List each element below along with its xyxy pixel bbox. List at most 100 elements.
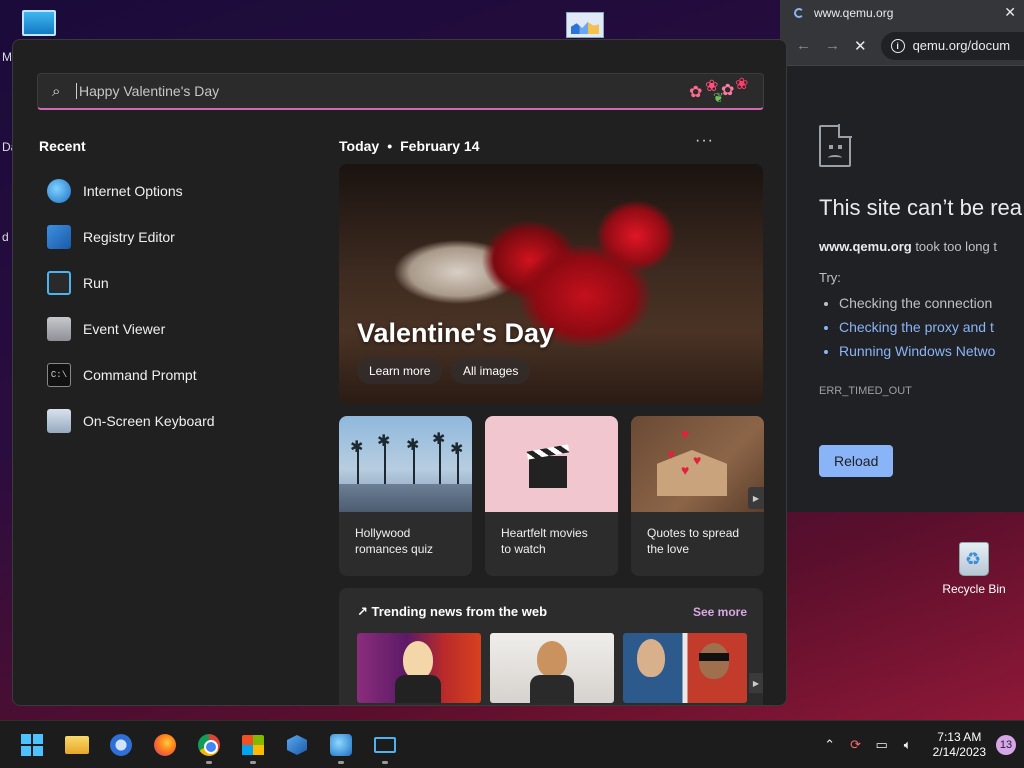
card-hollywood-quiz[interactable]: Hollywood romances quiz [339, 416, 472, 576]
card-heartfelt-movies[interactable]: Heartfelt movies to watch [485, 416, 618, 576]
recent-item-on-screen-keyboard[interactable]: On-Screen Keyboard [47, 398, 215, 444]
sad-page-icon [819, 124, 852, 167]
recent-item-run[interactable]: Run [47, 260, 215, 306]
next-arrow-icon[interactable]: ▶ [748, 487, 764, 509]
tab-close-icon[interactable]: ✕ [1004, 4, 1016, 21]
next-arrow-icon[interactable]: ▶ [749, 673, 763, 693]
network-icon[interactable]: ▭ [871, 737, 893, 753]
file-explorer-button[interactable] [65, 733, 89, 757]
recent-item-label: Event Viewer [83, 321, 166, 337]
card-caption-line: romances quiz [355, 542, 434, 556]
heart-icon: ♥ [693, 452, 702, 468]
recent-item-command-prompt[interactable]: C:\ Command Prompt [47, 352, 215, 398]
clapperboard-icon [529, 456, 567, 488]
folder-icon [65, 736, 89, 754]
search-icon: ⌕ [52, 82, 61, 100]
chrome-button[interactable] [197, 733, 221, 764]
hero-card[interactable]: Valentine's Day Learn more All images [339, 164, 763, 404]
more-options-icon[interactable]: ··· [695, 132, 714, 150]
today-heading: Today • February 14 [339, 138, 479, 154]
card-caption: Quotes to spread the love [631, 512, 764, 570]
search-panel: ⌕ ✿ ❀ ✿ ❀ ❦ Recent Internet Options Regi… [12, 39, 787, 706]
card-caption-line: the love [647, 542, 690, 556]
suggestion-link[interactable]: Checking the proxy and t [839, 315, 1024, 339]
card-love-quotes[interactable]: ♥ ♥ ♥ ♥ Quotes to spread the love ▶ [631, 416, 764, 576]
notification-badge[interactable]: 13 [996, 735, 1016, 755]
valentine-flowers-icon: ✿ ❀ ✿ ❀ ❦ [689, 76, 749, 105]
run-icon [47, 271, 71, 295]
back-arrow-icon[interactable]: ← [796, 37, 811, 54]
trending-up-icon: ↗ [357, 604, 372, 619]
recent-item-event-viewer[interactable]: Event Viewer [47, 306, 215, 352]
desktop-chart-app-icon[interactable] [566, 12, 604, 38]
recycle-bin-label: Recycle Bin [942, 582, 1006, 596]
site-info-icon[interactable]: i [890, 38, 905, 53]
firefox-button[interactable] [153, 733, 177, 757]
volume-icon[interactable]: 🔈︎ [897, 737, 919, 753]
card-caption-line: Heartfelt movies [501, 526, 588, 540]
learn-more-button[interactable]: Learn more [357, 358, 443, 384]
story-cards: Hollywood romances quiz Heartfelt movies… [339, 416, 764, 576]
error-message: www.qemu.org took too long t [819, 239, 1024, 254]
firefox-icon [154, 734, 176, 756]
error-heading: This site can’t be rea [819, 195, 1022, 220]
event-viewer-icon [47, 317, 71, 341]
chevron-up-icon[interactable]: ⌃ [819, 737, 841, 753]
clock-time: 7:13 AM [937, 730, 982, 744]
news-thumbnail[interactable] [623, 633, 747, 703]
desktop-monitor-icon[interactable] [22, 10, 56, 36]
palm-trees-image [339, 416, 472, 512]
heart-icon: ♥ [681, 462, 690, 478]
error-host: www.qemu.org [819, 239, 912, 254]
microsoft-store-button[interactable] [241, 733, 265, 764]
recycle-bin-icon [959, 542, 989, 576]
registry-editor-icon [47, 225, 71, 249]
chromium-button[interactable] [109, 733, 133, 757]
recent-item-label: Run [83, 275, 109, 291]
sync-alert-icon[interactable]: ⟳ [845, 737, 867, 753]
envelope-hearts-image: ♥ ♥ ♥ ♥ [631, 416, 764, 512]
system-tray: ⌃ ⟳ ▭ 🔈︎ 7:13 AM 2/14/2023 13 [819, 721, 1024, 768]
address-bar[interactable]: i qemu.org/docum [880, 31, 1024, 60]
recent-heading: Recent [39, 138, 86, 154]
heart-icon: ♥ [667, 446, 676, 462]
recent-item-internet-options[interactable]: Internet Options [47, 168, 215, 214]
hero-title: Valentine's Day [357, 318, 555, 348]
see-more-link[interactable]: See more [693, 605, 747, 619]
registry-editor-icon [287, 735, 307, 755]
browser-window: www.qemu.org ✕ ← → ✕ i qemu.org/docum Th… [780, 0, 1024, 512]
search-box[interactable]: ⌕ ✿ ❀ ✿ ❀ ❦ [37, 73, 764, 110]
clock-date: 2/14/2023 [932, 745, 986, 759]
recent-item-label: Registry Editor [83, 229, 175, 245]
forward-arrow-icon[interactable]: → [825, 37, 840, 54]
all-images-button[interactable]: All images [451, 358, 531, 384]
card-caption: Heartfelt movies to watch [485, 512, 618, 570]
chromium-icon [110, 734, 132, 756]
news-thumbnail[interactable] [490, 633, 614, 703]
suggestion-link[interactable]: Running Windows Netwo [839, 339, 1024, 363]
search-input[interactable] [76, 83, 687, 99]
on-screen-keyboard-icon [47, 409, 71, 433]
recycle-bin[interactable]: Recycle Bin [940, 542, 1008, 596]
card-caption-line: Quotes to spread [647, 526, 740, 540]
chrome-icon [198, 734, 220, 756]
reload-button[interactable]: Reload [819, 445, 894, 477]
registry-editor-taskbar-button[interactable] [285, 733, 309, 757]
suggestion-item: Checking the connection [839, 291, 1024, 315]
running-indicator [250, 761, 256, 764]
news-thumbnail[interactable] [357, 633, 481, 703]
browser-tab[interactable]: www.qemu.org ✕ [780, 0, 1024, 26]
recent-item-label: Internet Options [83, 183, 183, 199]
desktop-letter: d [2, 230, 9, 244]
run-taskbar-button[interactable] [373, 733, 397, 764]
internet-options-taskbar-button[interactable] [329, 733, 353, 764]
recent-item-registry-editor[interactable]: Registry Editor [47, 214, 215, 260]
start-button[interactable] [20, 733, 44, 757]
trending-title-text: Trending news from the web [371, 604, 548, 619]
browser-error-page: This site can’t be rea www.qemu.org took… [780, 67, 1024, 512]
stop-loading-icon[interactable]: ✕ [854, 37, 867, 55]
run-icon [374, 737, 396, 753]
control-panel-icon [330, 734, 352, 756]
clock[interactable]: 7:13 AM 2/14/2023 [933, 730, 986, 760]
card-caption: Hollywood romances quiz [339, 512, 472, 570]
